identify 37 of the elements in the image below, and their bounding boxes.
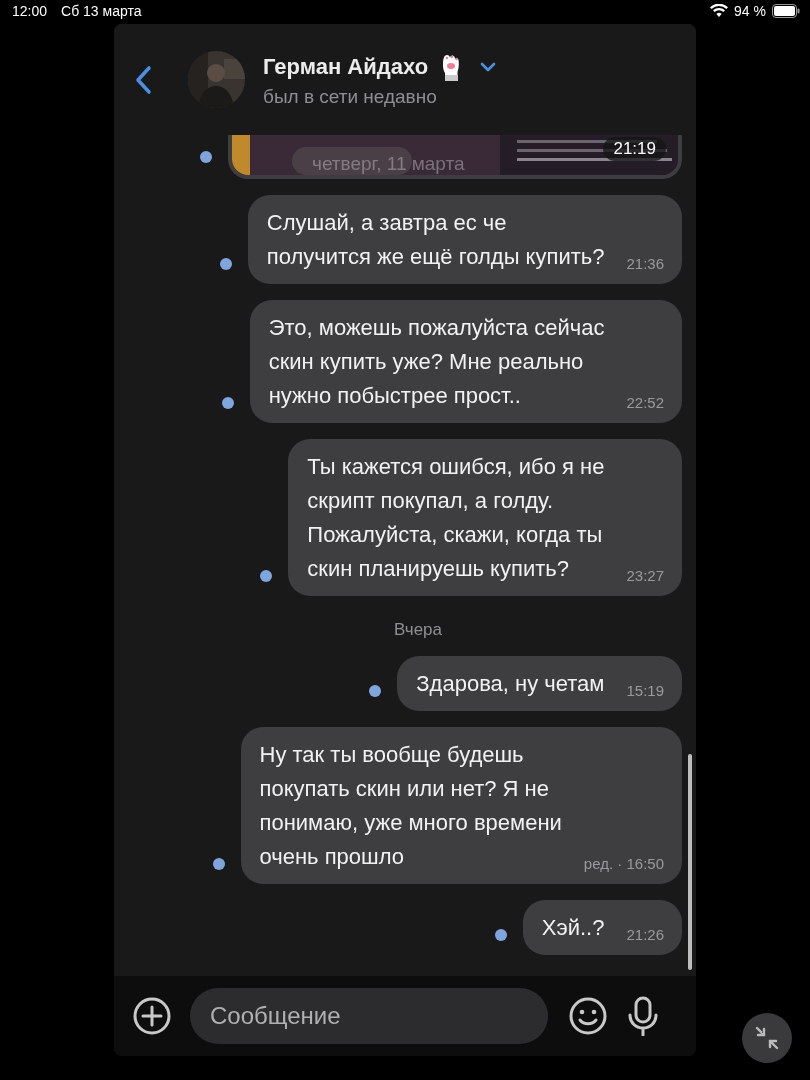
message-text: Здарова, ну четам [416,670,605,698]
collapse-icon [754,1025,780,1051]
floating-date: четверг, 11 марта [312,153,465,175]
message-time: 22:52 [626,394,664,413]
battery-percent: 94 % [734,3,766,19]
message-bubble[interactable]: Хэй..? 21:26 [522,900,682,955]
battery-icon [772,4,800,18]
collapse-button[interactable] [742,1013,792,1063]
message-field[interactable]: Сообщение [190,988,548,1044]
back-icon [134,64,152,95]
message-time: ред. · 16:50 [583,855,664,874]
message-bubble[interactable]: Это, можешь пожалуйста сейчас скин купить уже? Мне реально нужно побыстрее прост.. 22:52 [249,300,682,423]
date-separator: Вчера [394,620,442,640]
message-time: 23:27 [626,567,664,586]
message-bubble[interactable]: Слушай, а завтра ес че получится же ещё голды купить? 21:36 [247,195,682,284]
message-text: Ты кажется ошибся, ибо я не скрипт покупал, а голду. Пожалуйста, скажи, когда ты скин планируешь купить? [307,453,605,583]
status-date: Сб 13 марта [61,3,142,19]
message-text: Это, можешь пожалуйста сейчас скин купить уже? Мне реально нужно побыстрее прост.. [268,314,605,410]
wifi-icon [710,4,729,18]
message-text: Ну так ты вообще будешь покупать скин или нет? Я не понимаю, уже много времени очень прошло [259,741,562,871]
contact-name: Герман Айдахо [263,53,429,80]
message-text: Слушай, а завтра ес че получится же ещё голды купить? [266,209,605,271]
message-bubble[interactable]: Здарова, ну четам 15:19 [397,656,682,711]
message-bubble[interactable]: Ну так ты вообще будешь покупать скин или нет? Я не понимаю, уже много времени очень прошло ред. · 16:50 [240,727,682,884]
message-time: 21:19 [603,137,666,161]
last-seen-status: был в сети недавно [263,85,438,108]
message-time: 21:26 [626,926,664,945]
emoji-icon[interactable] [568,996,608,1036]
status-time: 12:00 [12,3,48,19]
message-text: Хэй..? [541,914,605,942]
message-bubble[interactable]: Ты кажется ошибся, ибо я не скрипт покупал, а голду. Пожалуйста, скажи, когда ты скин планируешь купить? 23:27 [288,439,682,596]
message-time: 15:19 [626,682,664,701]
message-time: 21:36 [626,255,664,274]
microphone-icon[interactable] [626,996,660,1036]
chevron-down-icon[interactable] [480,61,497,72]
image-message[interactable]: 21:19 четверг, 11 марта [228,135,682,179]
add-icon[interactable] [132,996,172,1036]
